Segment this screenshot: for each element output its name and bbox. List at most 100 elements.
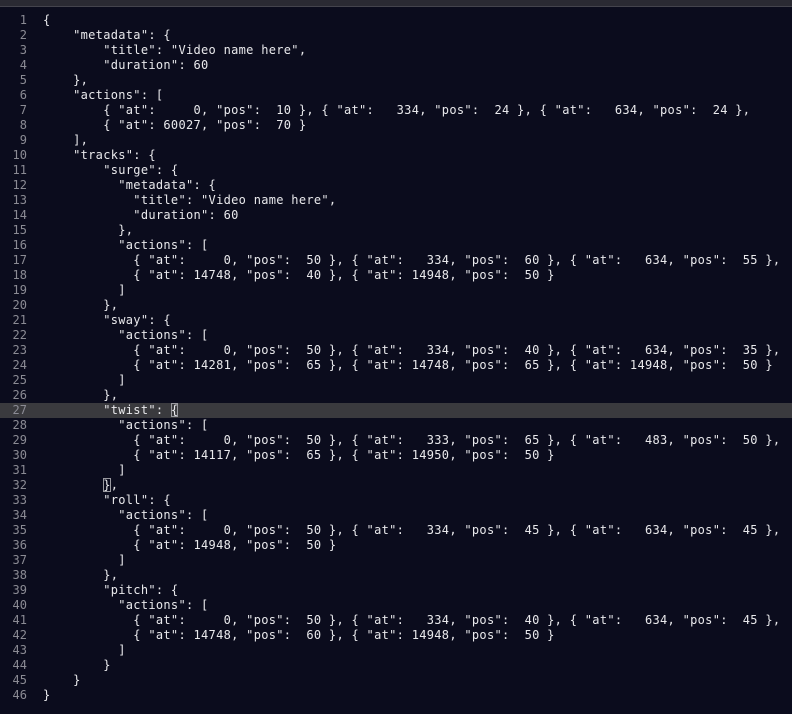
code-line[interactable]: 16 "actions": [ <box>0 238 792 253</box>
code-text[interactable]: "metadata": { <box>43 178 216 193</box>
code-line[interactable]: 22 "actions": [ <box>0 328 792 343</box>
code-text[interactable]: "duration": 60 <box>43 58 209 73</box>
code-text[interactable]: } <box>43 658 111 673</box>
code-text[interactable]: "pitch": { <box>43 583 178 598</box>
code-text[interactable]: "tracks": { <box>43 148 156 163</box>
code-text[interactable]: { "at": 0, "pos": 50 }, { "at": 334, "po… <box>43 523 780 538</box>
code-text[interactable]: "actions": [ <box>43 418 209 433</box>
code-text[interactable]: "twist": { <box>43 403 179 418</box>
code-line[interactable]: 4 "duration": 60 <box>0 58 792 73</box>
code-line[interactable]: 33 "roll": { <box>0 493 792 508</box>
code-line[interactable]: 19 ] <box>0 283 792 298</box>
code-line[interactable]: 23 { "at": 0, "pos": 50 }, { "at": 334, … <box>0 343 792 358</box>
code-text[interactable]: "surge": { <box>43 163 178 178</box>
code-text[interactable]: "metadata": { <box>43 28 171 43</box>
code-line[interactable]: 30 { "at": 14117, "pos": 65 }, { "at": 1… <box>0 448 792 463</box>
code-line[interactable]: 28 "actions": [ <box>0 418 792 433</box>
code-line[interactable]: 32 }, <box>0 478 792 493</box>
code-line[interactable]: 29 { "at": 0, "pos": 50 }, { "at": 333, … <box>0 433 792 448</box>
code-line[interactable]: 36 { "at": 14948, "pos": 50 } <box>0 538 792 553</box>
code-text[interactable]: ] <box>43 373 126 388</box>
code-line[interactable]: 42 { "at": 14748, "pos": 60 }, { "at": 1… <box>0 628 792 643</box>
code-line[interactable]: 17 { "at": 0, "pos": 50 }, { "at": 334, … <box>0 253 792 268</box>
code-text[interactable]: "actions": [ <box>43 88 163 103</box>
code-text[interactable]: "roll": { <box>43 493 171 508</box>
code-text[interactable]: }, <box>43 388 118 403</box>
code-text[interactable]: } <box>43 673 81 688</box>
code-text[interactable]: { "at": 14948, "pos": 50 } <box>43 538 336 553</box>
code-line[interactable]: 2 "metadata": { <box>0 28 792 43</box>
code-line[interactable]: 6 "actions": [ <box>0 88 792 103</box>
code-line[interactable]: 31 ] <box>0 463 792 478</box>
code-line[interactable]: 10 "tracks": { <box>0 148 792 163</box>
line-number: 9 <box>19 133 27 147</box>
code-line[interactable]: 37 ] <box>0 553 792 568</box>
code-text[interactable]: { "at": 0, "pos": 50 }, { "at": 333, "po… <box>43 433 780 448</box>
code-line[interactable]: 40 "actions": [ <box>0 598 792 613</box>
code-text[interactable]: "duration": 60 <box>43 208 239 223</box>
code-text[interactable]: ], <box>43 133 88 148</box>
code-text[interactable]: { "at": 14117, "pos": 65 }, { "at": 1495… <box>43 448 555 463</box>
code-text[interactable]: { "at": 14748, "pos": 60 }, { "at": 1494… <box>43 628 555 643</box>
code-text[interactable]: }, <box>43 73 88 88</box>
code-text[interactable]: { "at": 14281, "pos": 65 }, { "at": 1474… <box>43 358 773 373</box>
code-text[interactable]: ] <box>43 643 126 658</box>
code-line[interactable]: 46} <box>0 688 792 703</box>
code-line[interactable]: 7 { "at": 0, "pos": 10 }, { "at": 334, "… <box>0 103 792 118</box>
line-number: 45 <box>12 673 27 687</box>
code-text[interactable]: }, <box>43 223 133 238</box>
code-text[interactable]: }, <box>43 298 118 313</box>
code-line[interactable]: 13 "title": "Video name here", <box>0 193 792 208</box>
code-line[interactable]: 34 "actions": [ <box>0 508 792 523</box>
code-text[interactable]: ] <box>43 283 126 298</box>
code-text[interactable]: "title": "Video name here", <box>43 43 306 58</box>
code-line[interactable]: 24 { "at": 14281, "pos": 65 }, { "at": 1… <box>0 358 792 373</box>
code-line[interactable]: 11 "surge": { <box>0 163 792 178</box>
code-line[interactable]: 26 }, <box>0 388 792 403</box>
code-line[interactable]: 43 ] <box>0 643 792 658</box>
code-line[interactable]: 20 }, <box>0 298 792 313</box>
code-text[interactable]: "title": "Video name here", <box>43 193 336 208</box>
code-line[interactable]: 39 "pitch": { <box>0 583 792 598</box>
code-text[interactable]: } <box>43 688 51 703</box>
code-line[interactable]: 3 "title": "Video name here", <box>0 43 792 58</box>
code-line[interactable]: 15 }, <box>0 223 792 238</box>
code-text[interactable]: "actions": [ <box>43 238 209 253</box>
code-line[interactable]: 14 "duration": 60 <box>0 208 792 223</box>
line-number: 4 <box>19 58 27 72</box>
code-line[interactable]: 44 } <box>0 658 792 673</box>
code-text[interactable]: { "at": 0, "pos": 10 }, { "at": 334, "po… <box>43 103 750 118</box>
code-text[interactable]: "actions": [ <box>43 328 209 343</box>
code-text[interactable]: { "at": 0, "pos": 50 }, { "at": 334, "po… <box>43 253 780 268</box>
code-line[interactable]: 45 } <box>0 673 792 688</box>
code-text[interactable]: { "at": 0, "pos": 50 }, { "at": 334, "po… <box>43 343 780 358</box>
code-text[interactable]: { "at": 60027, "pos": 70 } <box>43 118 306 133</box>
code-text[interactable]: "actions": [ <box>43 508 209 523</box>
code-line[interactable]: 21 "sway": { <box>0 313 792 328</box>
line-number: 30 <box>12 448 27 462</box>
code-line[interactable]: 1{ <box>0 13 792 28</box>
code-line[interactable]: 8 { "at": 60027, "pos": 70 } <box>0 118 792 133</box>
code-line[interactable]: 41 { "at": 0, "pos": 50 }, { "at": 334, … <box>0 613 792 628</box>
code-line[interactable]: 9 ], <box>0 133 792 148</box>
code-editor[interactable]: 1{2 "metadata": {3 "title": "Video name … <box>0 0 792 714</box>
line-number: 16 <box>12 238 27 252</box>
code-text[interactable]: { "at": 14748, "pos": 40 }, { "at": 1494… <box>43 268 555 283</box>
code-text[interactable]: "sway": { <box>43 313 171 328</box>
code-text[interactable]: ] <box>43 463 126 478</box>
code-text[interactable]: }, <box>43 478 118 493</box>
code-line[interactable]: 12 "metadata": { <box>0 178 792 193</box>
code-line[interactable]: 25 ] <box>0 373 792 388</box>
code-text[interactable]: ] <box>43 553 126 568</box>
code-text[interactable]: "actions": [ <box>43 598 209 613</box>
code-line[interactable]: 38 }, <box>0 568 792 583</box>
code-text[interactable]: { <box>43 13 51 28</box>
code-line-current[interactable]: 27 "twist": { <box>0 403 792 418</box>
code-line[interactable]: 5 }, <box>0 73 792 88</box>
line-number: 7 <box>19 103 27 117</box>
code-lines[interactable]: 1{2 "metadata": {3 "title": "Video name … <box>0 13 792 703</box>
code-line[interactable]: 35 { "at": 0, "pos": 50 }, { "at": 334, … <box>0 523 792 538</box>
code-text[interactable]: }, <box>43 568 118 583</box>
code-line[interactable]: 18 { "at": 14748, "pos": 40 }, { "at": 1… <box>0 268 792 283</box>
code-text[interactable]: { "at": 0, "pos": 50 }, { "at": 334, "po… <box>43 613 780 628</box>
